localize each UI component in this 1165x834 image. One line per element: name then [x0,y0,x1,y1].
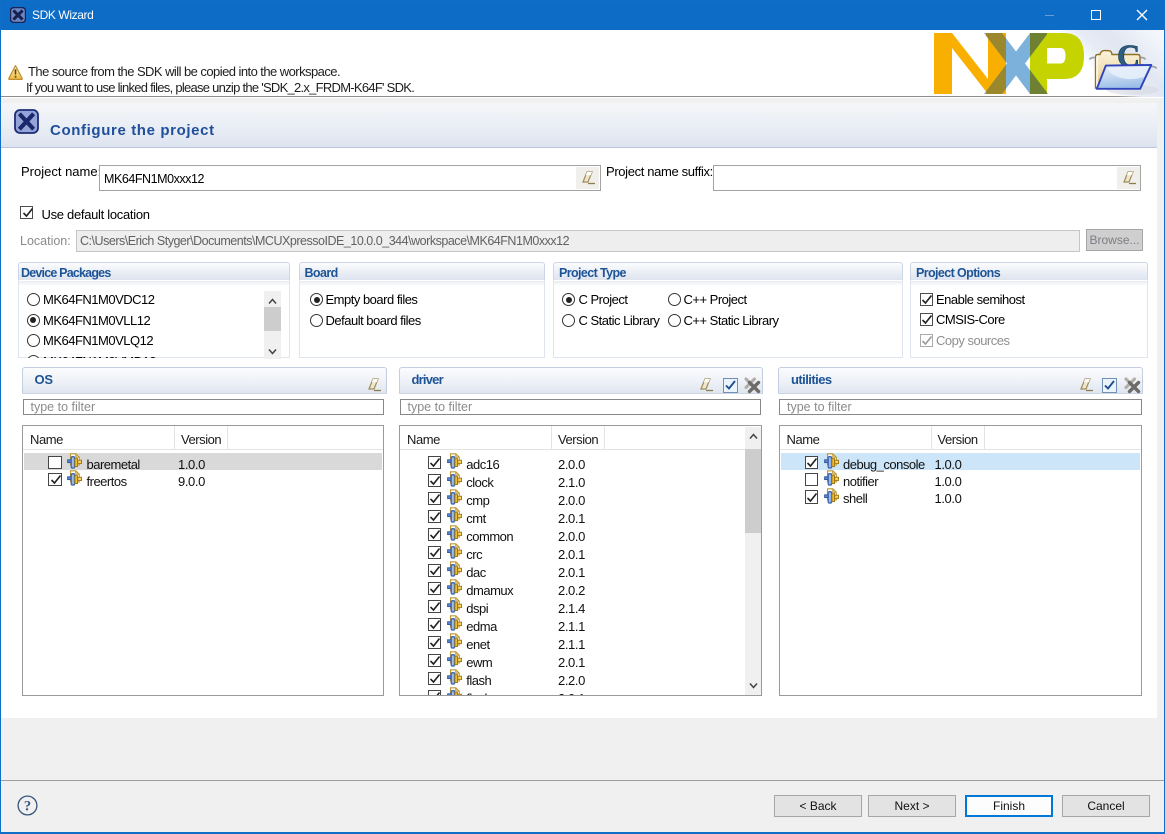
svg-text:?: ? [24,799,31,815]
